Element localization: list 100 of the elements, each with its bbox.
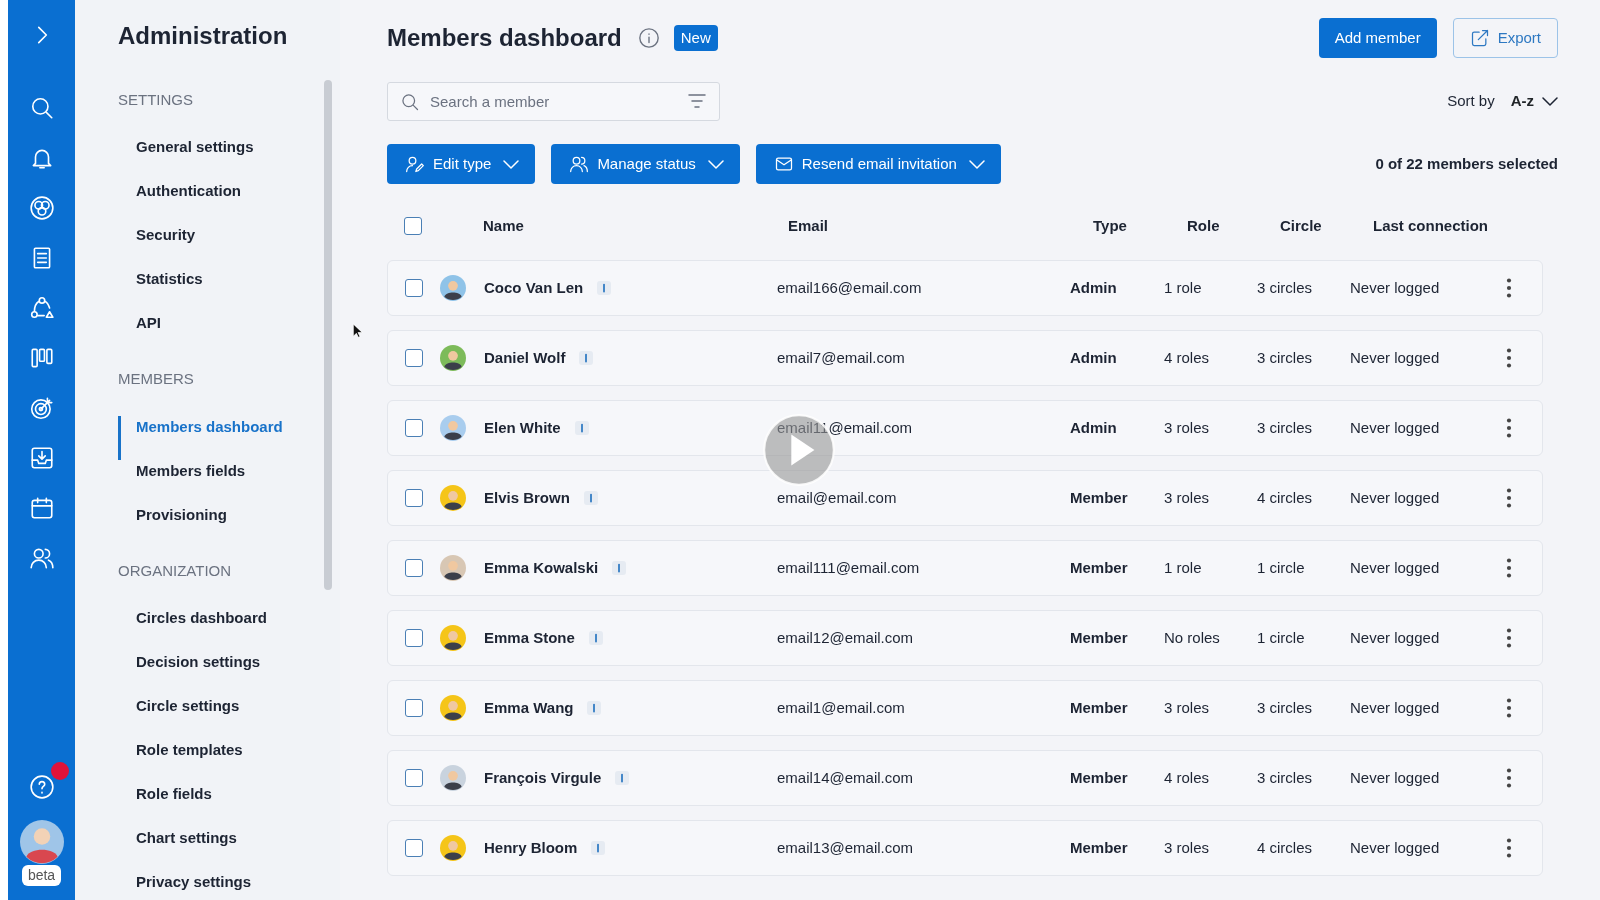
role-cell-text: 3 roles	[1164, 487, 1211, 508]
sidebar-title: Administration	[118, 22, 289, 51]
member-name[interactable]: François Virgule	[484, 766, 602, 790]
inbox-icon[interactable]	[28, 445, 55, 471]
type-cell-text: Member	[1070, 767, 1129, 788]
kebab-menu-icon[interactable]	[1506, 558, 1512, 578]
sidebar-item[interactable]: Circles dashboard	[118, 607, 324, 652]
table-row[interactable]: Emma Kowalski email111@email.com Member 1 role 1 circle Never logged	[387, 540, 1543, 596]
email-cell-text: email@email.com	[777, 487, 898, 508]
section-heading: ORGANIZATION	[118, 560, 233, 581]
member-name[interactable]: Elen White	[484, 416, 561, 440]
bar-icon	[591, 839, 606, 857]
row-checkbox[interactable]	[405, 699, 423, 717]
info-icon[interactable]	[637, 27, 660, 49]
member-name[interactable]: Coco Van Len	[484, 276, 584, 300]
last-connection-cell-text: Never logged	[1350, 277, 1441, 298]
help-icon[interactable]	[28, 774, 55, 800]
export-button[interactable]: Export	[1452, 18, 1558, 58]
search-icon	[400, 92, 420, 112]
type-cell-text: Admin	[1070, 347, 1118, 368]
sidebar-item[interactable]: Privacy settings	[118, 871, 324, 900]
role-cell-text: 1 role	[1164, 557, 1203, 578]
kebab-menu-icon[interactable]	[1506, 488, 1512, 508]
role-cell-text: 3 roles	[1164, 837, 1211, 858]
last-connection-cell-text: Never logged	[1350, 487, 1441, 508]
table-row[interactable]: Emma Stone email12@email.com Member No roles 1 circle Never logged	[387, 610, 1543, 666]
sidebar-item[interactable]: API	[118, 312, 324, 357]
kebab-menu-icon[interactable]	[1506, 418, 1512, 438]
bar-icon	[579, 349, 594, 367]
column-header[interactable]: Last connection	[1373, 216, 1488, 234]
member-name[interactable]: Emma Stone	[484, 626, 575, 650]
sidebar-item[interactable]: Statistics	[118, 268, 324, 313]
table-row[interactable]: François Virgule email14@email.com Member 4 roles 3 circles Never logged	[387, 750, 1543, 806]
sidebar-item[interactable]: Role fields	[118, 783, 324, 828]
column-header[interactable]: Role	[1187, 216, 1220, 234]
kebab-menu-icon[interactable]	[1506, 278, 1512, 298]
column-header[interactable]: Type	[1093, 216, 1127, 234]
member-name[interactable]: Emma Kowalski	[484, 556, 599, 580]
circles-icon[interactable]	[28, 195, 55, 221]
column-header[interactable]: Circle	[1280, 216, 1322, 234]
user-avatar[interactable]	[19, 820, 64, 864]
kebab-menu-icon[interactable]	[1506, 698, 1512, 718]
column-header[interactable]: Name	[483, 216, 524, 234]
row-checkbox[interactable]	[405, 769, 423, 787]
select-all-checkbox[interactable]	[404, 217, 422, 235]
table-row[interactable]: Coco Van Len email166@email.com Admin 1 role 3 circles Never logged	[387, 260, 1543, 316]
sidebar-item[interactable]: Circle settings	[118, 695, 324, 740]
scrollbar[interactable]	[324, 80, 332, 590]
role-cell-text: 3 roles	[1164, 697, 1211, 718]
kebab-menu-icon[interactable]	[1506, 628, 1512, 648]
status-dropdown[interactable]: Manage status	[551, 144, 740, 184]
column-header[interactable]: Email	[788, 216, 829, 234]
row-checkbox[interactable]	[405, 349, 423, 367]
row-checkbox[interactable]	[405, 489, 423, 507]
email-cell-text: email1@email.com	[777, 697, 906, 718]
edit-dropdown[interactable]: Edit type	[387, 144, 536, 184]
row-checkbox[interactable]	[405, 629, 423, 647]
row-checkbox[interactable]	[405, 279, 423, 297]
bar-icon	[597, 279, 612, 297]
sidebar-item[interactable]: Security	[118, 224, 324, 269]
sidebar-item[interactable]: General settings	[118, 136, 324, 181]
kebab-menu-icon[interactable]	[1506, 348, 1512, 368]
sidebar-item[interactable]: Role templates	[118, 739, 324, 784]
user-edit-icon	[405, 154, 425, 174]
selection-count: 0 of 22 members selected	[1375, 153, 1558, 174]
type-cell-text: Member	[1070, 627, 1129, 648]
table-row[interactable]: Henry Bloom email13@email.com Member 3 roles 4 circles Never logged	[387, 820, 1543, 876]
filter-icon[interactable]	[688, 94, 706, 108]
type-cell-text: Admin	[1070, 277, 1118, 298]
row-checkbox[interactable]	[405, 839, 423, 857]
sidebar-item[interactable]: Members fields	[118, 459, 324, 504]
email-cell-text: email7@email.com	[777, 347, 906, 368]
table-row[interactable]: Emma Wang email1@email.com Member 3 roles 3 circles Never logged	[387, 680, 1543, 736]
sidebar-item[interactable]: Chart settings	[118, 827, 324, 872]
role-cell-text: 3 roles	[1164, 417, 1211, 438]
sidebar-item[interactable]: Provisioning	[118, 503, 324, 548]
sidebar-item[interactable]: Authentication	[118, 180, 324, 225]
row-checkbox[interactable]	[405, 419, 423, 437]
role-cell-text: 4 roles	[1164, 767, 1211, 788]
member-name[interactable]: Henry Bloom	[484, 836, 578, 860]
email-dropdown[interactable]: Resend email invitation	[755, 144, 1001, 184]
sort-dropdown[interactable]: A-z	[1510, 90, 1558, 113]
member-name[interactable]: Daniel Wolf	[484, 346, 566, 370]
add-member-button[interactable]: Add member	[1318, 18, 1437, 58]
row-checkbox[interactable]	[405, 559, 423, 577]
circle-cell-text: 4 circles	[1257, 837, 1313, 858]
member-name[interactable]: Emma Wang	[484, 696, 574, 720]
table-row[interactable]: Daniel Wolf email7@email.com Admin 4 roles 3 circles Never logged	[387, 330, 1543, 386]
page-title: Members dashboard	[387, 23, 622, 53]
target-icon[interactable]	[28, 395, 55, 421]
last-connection-cell-text: Never logged	[1350, 837, 1441, 858]
shapes-icon[interactable]	[28, 295, 55, 321]
member-name[interactable]: Elvis Brown	[484, 486, 570, 510]
kebab-menu-icon[interactable]	[1506, 838, 1512, 858]
search-field[interactable]: Search a member	[387, 82, 720, 121]
table-row[interactable]: Elen White email11@email.com Admin 3 roles 3 circles Never logged	[387, 400, 1543, 456]
calendar-icon[interactable]	[28, 495, 55, 521]
kebab-menu-icon[interactable]	[1506, 768, 1512, 788]
sidebar-item[interactable]: Decision settings	[118, 651, 324, 696]
table-row[interactable]: Elvis Brown email@email.com Member 3 roles 4 circles Never logged	[387, 470, 1543, 526]
